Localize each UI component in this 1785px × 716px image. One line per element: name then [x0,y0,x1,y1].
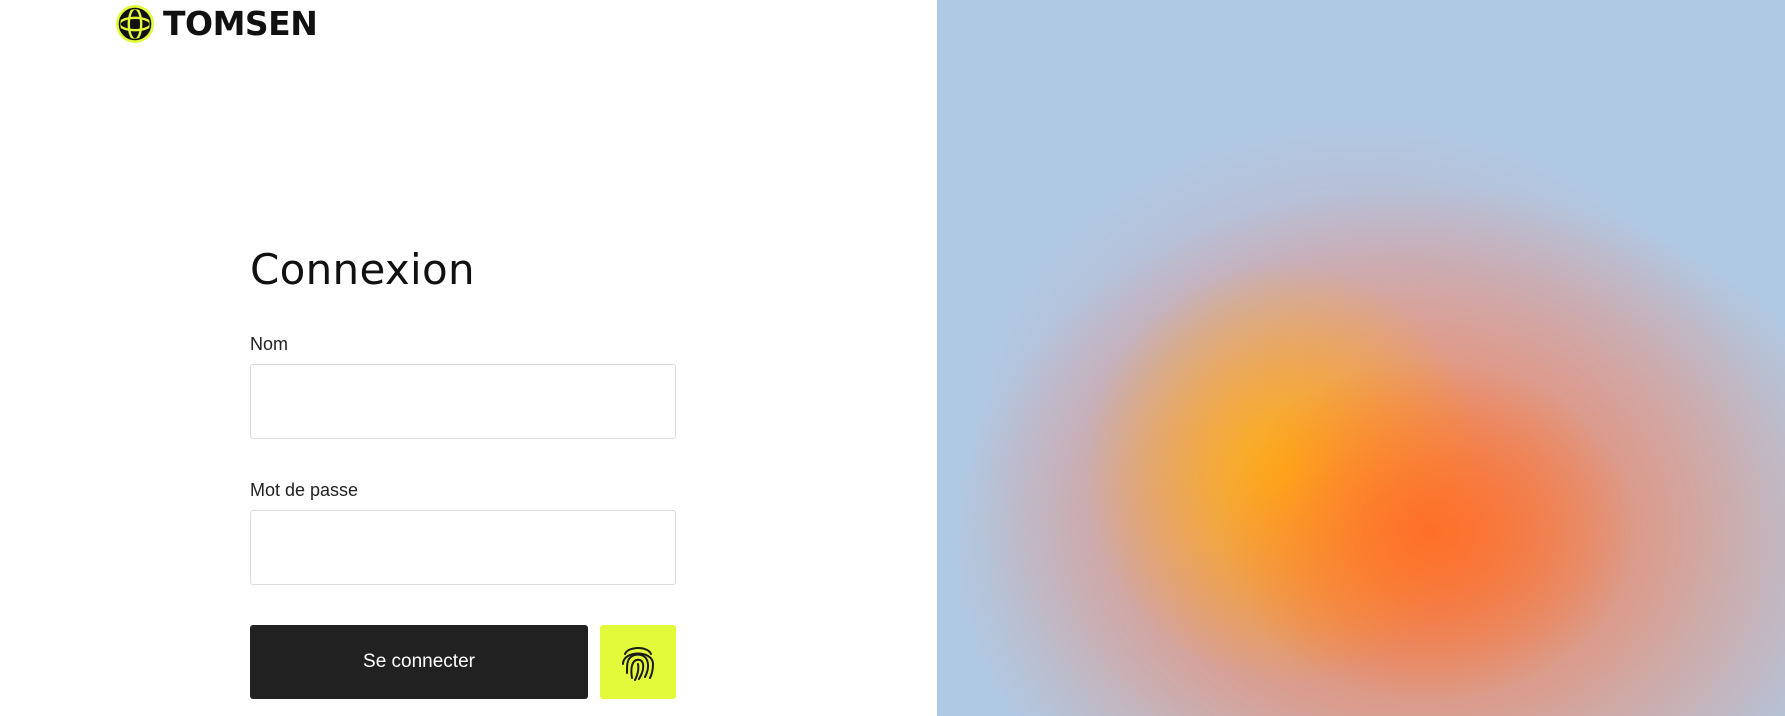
name-label: Nom [250,334,289,354]
globe-icon [116,5,154,43]
login-button[interactable]: Se connecter [250,625,588,699]
fingerprint-login-button[interactable] [600,625,676,699]
name-field[interactable] [250,364,676,439]
gradient-panel [937,0,1785,716]
page-title: Connexion [250,245,475,294]
login-page: TOMSEN Connexion Nom Mot de passe Se con… [0,0,1785,716]
brand[interactable]: TOMSEN [115,4,318,44]
password-label: Mot de passe [250,480,359,500]
login-form: Connexion Nom Mot de passe Se connecter [250,240,676,699]
form-actions: Se connecter [250,625,676,699]
fingerprint-icon [622,647,655,681]
password-field[interactable] [250,510,676,585]
brand-name: TOMSEN [163,4,318,43]
login-pane: TOMSEN Connexion Nom Mot de passe Se con… [0,0,937,716]
